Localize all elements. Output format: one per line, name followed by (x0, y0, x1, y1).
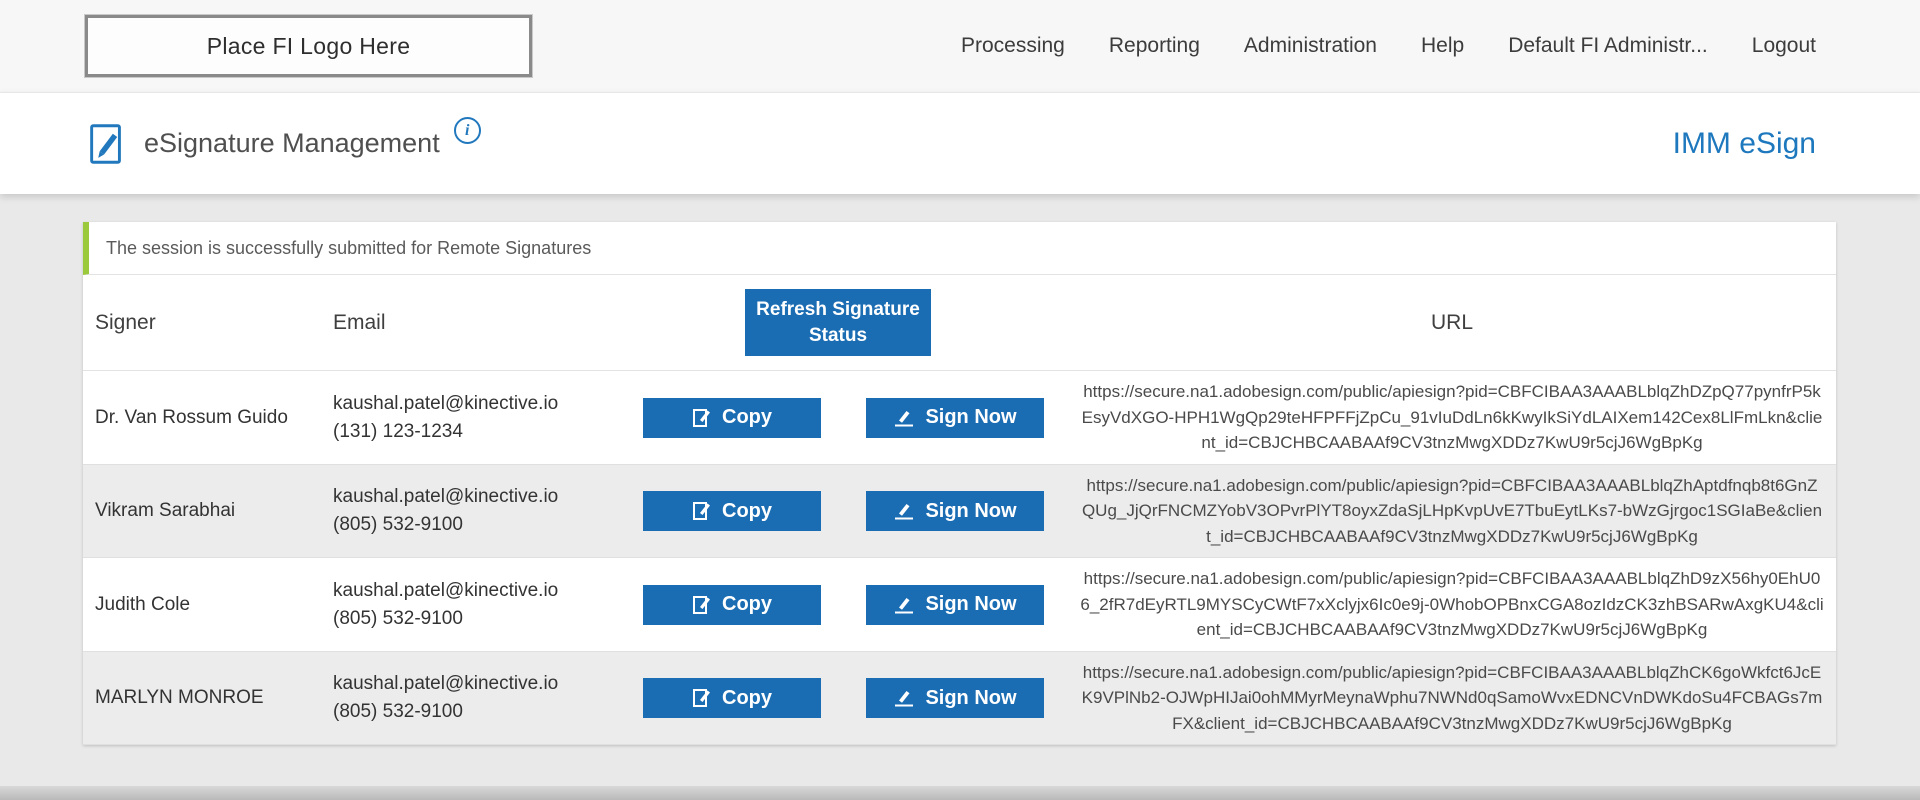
sign-now-button-label: Sign Now (925, 687, 1016, 710)
nav-reporting[interactable]: Reporting (1109, 34, 1200, 58)
fi-logo-text: Place FI Logo Here (207, 33, 411, 60)
signer-name: Vikram Sarabhai (83, 500, 333, 522)
signing-url: https://secure.na1.adobesign.com/public/… (1068, 473, 1836, 550)
sign-now-button[interactable]: Sign Now (866, 585, 1044, 625)
column-header-email: Email (333, 311, 608, 335)
signer-name: Judith Cole (83, 594, 333, 616)
copy-url-button[interactable]: Copy (643, 491, 821, 531)
signer-email: kaushal.patel@kinective.io (333, 670, 608, 698)
signer-email: kaushal.patel@kinective.io (333, 483, 608, 511)
sign-pen-icon (893, 595, 915, 615)
signing-url: https://secure.na1.adobesign.com/public/… (1068, 566, 1836, 643)
signing-url: https://secure.na1.adobesign.com/public/… (1068, 660, 1836, 737)
nav-logout[interactable]: Logout (1752, 34, 1816, 58)
sign-now-button[interactable]: Sign Now (866, 491, 1044, 531)
page-title: eSignature Management (144, 128, 440, 159)
copy-icon (692, 594, 712, 616)
esignature-document-icon (88, 122, 126, 166)
nav-processing[interactable]: Processing (961, 34, 1065, 58)
success-message: The session is successfully submitted fo… (83, 222, 1836, 275)
page-header: eSignature Management i IMM eSign (0, 92, 1920, 194)
table-row: Vikram Sarabhai kaushal.patel@kinective.… (83, 465, 1836, 559)
sign-now-button-label: Sign Now (925, 593, 1016, 616)
copy-icon (692, 500, 712, 522)
sign-now-button-label: Sign Now (925, 406, 1016, 429)
nav-help[interactable]: Help (1421, 34, 1464, 58)
signer-phone: (131) 123-1234 (333, 418, 608, 446)
signer-email: kaushal.patel@kinective.io (333, 577, 608, 605)
nav-current-user[interactable]: Default FI Administr... (1508, 34, 1708, 58)
copy-url-button[interactable]: Copy (643, 398, 821, 438)
signer-phone: (805) 532-9100 (333, 605, 608, 633)
info-icon[interactable]: i (454, 117, 481, 144)
copy-button-label: Copy (722, 593, 772, 616)
signers-card: The session is successfully submitted fo… (83, 222, 1836, 745)
table-row: Judith Cole kaushal.patel@kinective.io (… (83, 558, 1836, 652)
sign-now-button-label: Sign Now (925, 500, 1016, 523)
signer-name: MARLYN MONROE (83, 687, 333, 709)
top-bar: Place FI Logo Here Processing Reporting … (0, 0, 1920, 92)
copy-button-label: Copy (722, 406, 772, 429)
column-header-signer: Signer (83, 311, 333, 335)
copy-button-label: Copy (722, 687, 772, 710)
copy-icon (692, 407, 712, 429)
refresh-signature-status-button[interactable]: Refresh Signature Status (745, 289, 931, 356)
content-area: The session is successfully submitted fo… (0, 194, 1920, 745)
signer-phone: (805) 532-9100 (333, 511, 608, 539)
nav-administration[interactable]: Administration (1244, 34, 1377, 58)
sign-now-button[interactable]: Sign Now (866, 678, 1044, 718)
fi-logo-placeholder: Place FI Logo Here (85, 15, 532, 77)
copy-button-label: Copy (722, 500, 772, 523)
brand-imm-esign: IMM eSign (1673, 127, 1816, 161)
sign-pen-icon (893, 501, 915, 521)
column-header-url: URL (1068, 311, 1836, 335)
signing-url: https://secure.na1.adobesign.com/public/… (1068, 379, 1836, 456)
table-row: Dr. Van Rossum Guido kaushal.patel@kinec… (83, 371, 1836, 465)
copy-icon (692, 687, 712, 709)
copy-url-button[interactable]: Copy (643, 585, 821, 625)
signer-name: Dr. Van Rossum Guido (83, 407, 333, 429)
signer-phone: (805) 532-9100 (333, 698, 608, 726)
table-row: MARLYN MONROE kaushal.patel@kinective.io… (83, 652, 1836, 746)
sign-pen-icon (893, 408, 915, 428)
bottom-edge-strip (0, 786, 1920, 800)
copy-url-button[interactable]: Copy (643, 678, 821, 718)
sign-pen-icon (893, 688, 915, 708)
signer-email: kaushal.patel@kinective.io (333, 390, 608, 418)
sign-now-button[interactable]: Sign Now (866, 398, 1044, 438)
table-header-row: Signer Email Refresh Signature Status UR… (83, 275, 1836, 371)
main-nav: Processing Reporting Administration Help… (961, 34, 1816, 58)
